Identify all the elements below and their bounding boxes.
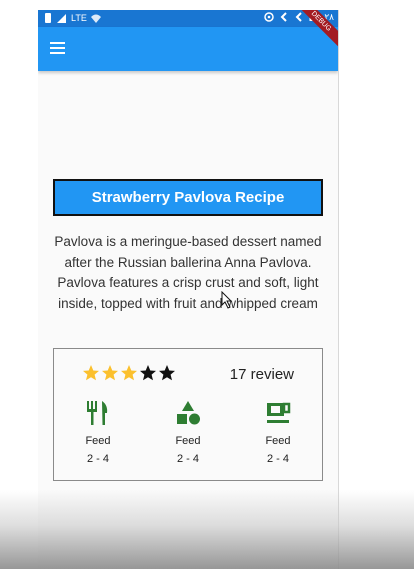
- recipe-title: Strawberry Pavlova Recipe: [53, 179, 323, 216]
- battery-icon: [45, 13, 51, 23]
- review-count: 17 review: [229, 366, 294, 383]
- status-left: LTE: [43, 12, 101, 24]
- feature-range: 2 - 4: [266, 453, 289, 465]
- feature-label: Feed: [265, 435, 291, 447]
- rating-card: 17 review Feed 2 - 4 Feed 2 - 4 Feed 2 -…: [53, 348, 323, 481]
- category-shapes-icon: [177, 401, 200, 425]
- feature-range: 2 - 4: [86, 453, 109, 465]
- feature-coffee: Feed 2 - 4: [243, 399, 313, 465]
- star-filled-icon: [83, 365, 99, 381]
- star-empty-icon: [140, 365, 156, 381]
- restaurant-icon: [87, 401, 108, 425]
- wifi-icon: [90, 14, 101, 23]
- hamburger-menu-icon[interactable]: [50, 41, 70, 57]
- feature-category: Feed 2 - 4: [153, 399, 223, 465]
- feature-restaurant: Feed 2 - 4: [63, 399, 133, 465]
- star-filled-icon: [102, 365, 118, 381]
- mouse-cursor-icon: [221, 291, 233, 309]
- signal-icon: [57, 14, 66, 23]
- star-empty-icon: [159, 365, 175, 381]
- feature-label: Feed: [175, 435, 201, 447]
- feature-label: Feed: [85, 435, 111, 447]
- screen: LTE ۲۸ DEBUG Strawberry Pavlova Recipe P…: [0, 0, 414, 569]
- coffee-icon: [267, 402, 291, 423]
- notification-icon: [264, 12, 275, 22]
- status-bar: LTE ۲۸ DEBUG: [38, 10, 338, 48]
- bottom-shadow-overlay: [0, 490, 414, 569]
- star-rating: [82, 364, 176, 382]
- phone-screen: LTE ۲۸ DEBUG Strawberry Pavlova Recipe P…: [38, 10, 339, 569]
- recipe-description: Pavlova is a meringue-based dessert name…: [54, 234, 322, 311]
- arrow-left-icon-2: [295, 12, 303, 22]
- feature-range: 2 - 4: [176, 453, 199, 465]
- app-bar: [38, 27, 338, 71]
- network-label: LTE: [71, 13, 87, 23]
- arrow-left-icon: [280, 12, 288, 22]
- star-filled-icon: [121, 365, 137, 381]
